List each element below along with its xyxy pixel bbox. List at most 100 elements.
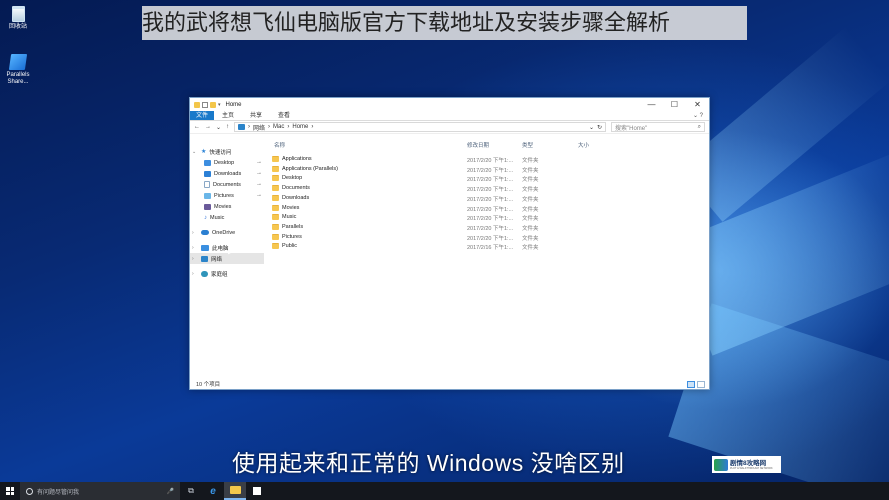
recent-locations-button[interactable]: ⌄ bbox=[216, 124, 221, 131]
chevron-right-icon[interactable]: › bbox=[192, 230, 198, 236]
folder-icon bbox=[272, 165, 279, 172]
folder-icon bbox=[272, 214, 279, 221]
file-date: 2017/2/20 下午1:... bbox=[467, 235, 514, 242]
file-name: Downloads bbox=[282, 194, 310, 201]
file-row[interactable]: Parallels 2017/2/20 下午1:... 文件夹 bbox=[264, 223, 709, 233]
maximize-button[interactable]: ☐ bbox=[663, 98, 686, 111]
navigation-pane: ⌄ ★ 快速访问 Desktop ⊸ Downloads ⊸ Documents… bbox=[190, 135, 264, 379]
site-watermark: 剧情8攻略网 PLOT & WALKTHROUGH NETWORK bbox=[712, 456, 781, 473]
desktop-icon-parallels-share[interactable]: Parallels Share... bbox=[0, 54, 36, 86]
item-count: 10 个项目 bbox=[196, 382, 221, 388]
details-view-icon[interactable] bbox=[687, 380, 695, 388]
file-name: Applications bbox=[282, 156, 312, 162]
microphone-icon[interactable]: 🎤 bbox=[167, 488, 174, 495]
properties-icon[interactable] bbox=[202, 101, 208, 108]
store-icon bbox=[253, 487, 261, 495]
pin-icon[interactable]: ⊸ bbox=[257, 182, 261, 188]
file-row[interactable]: Movies 2017/2/20 下午1:... 文件夹 bbox=[264, 204, 709, 214]
sidebar-item-label: Desktop bbox=[214, 159, 235, 166]
desktop-icon-recycle-bin[interactable]: 回收站 bbox=[0, 6, 36, 31]
sidebar-item-movies[interactable]: Movies bbox=[190, 201, 264, 212]
new-folder-icon[interactable] bbox=[210, 101, 216, 108]
search-icon: ⌕ bbox=[697, 123, 701, 130]
breadcrumb-mac[interactable]: Mac bbox=[273, 124, 284, 130]
column-header-name[interactable]: 名称 bbox=[274, 141, 285, 149]
parallels-share-icon bbox=[8, 54, 28, 70]
file-row[interactable]: Downloads 2017/2/20 下午1:... 文件夹 bbox=[264, 194, 709, 204]
column-header-type[interactable]: 类型 bbox=[522, 141, 533, 149]
breadcrumb-home[interactable]: Home bbox=[292, 124, 308, 130]
tab-view[interactable]: 查看 bbox=[270, 111, 298, 120]
file-date: 2017/2/20 下午1:... bbox=[467, 216, 514, 223]
breadcrumb-network[interactable]: 网络 bbox=[253, 123, 265, 132]
watermark-tagline: PLOT & WALKTHROUGH NETWORK bbox=[730, 466, 773, 470]
sidebar-item-desktop[interactable]: Desktop ⊸ bbox=[190, 157, 264, 168]
video-subtitle: 使用起来和正常的 Windows 没啥区别 bbox=[232, 450, 625, 476]
column-header-size[interactable]: 大小 bbox=[578, 141, 589, 149]
status-bar: 10 个项目 bbox=[190, 379, 709, 389]
file-row[interactable]: Desktop 2017/2/20 下午1:... 文件夹 bbox=[264, 174, 709, 184]
sidebar-item-documents[interactable]: Documents ⊸ bbox=[190, 179, 264, 190]
sidebar-item-downloads[interactable]: Downloads ⊸ bbox=[190, 168, 264, 179]
ribbon-expand-button[interactable]: ⌄ ? bbox=[693, 111, 709, 120]
address-separator: › bbox=[311, 124, 314, 130]
sidebar-item-network[interactable]: › 网络 bbox=[190, 253, 264, 264]
task-view-button[interactable]: ⧉ bbox=[180, 482, 202, 500]
chevron-right-icon[interactable]: › bbox=[192, 256, 198, 262]
file-type: 文件夹 bbox=[522, 167, 539, 174]
sidebar-item-homegroup[interactable]: › 家庭组 bbox=[190, 268, 264, 279]
file-row[interactable]: Applications 2017/2/20 下午1:... 文件夹 bbox=[264, 155, 709, 165]
network-icon bbox=[201, 255, 208, 262]
file-type: 文件夹 bbox=[522, 187, 539, 194]
sidebar-item-label: OneDrive bbox=[212, 229, 236, 236]
chevron-right-icon[interactable]: › bbox=[192, 271, 198, 277]
file-row[interactable]: Documents 2017/2/20 下午1:... 文件夹 bbox=[264, 184, 709, 194]
cortana-search-box[interactable]: 有问题尽管问我 🎤 bbox=[20, 482, 180, 500]
taskbar-edge-button[interactable]: e bbox=[202, 482, 224, 500]
column-header-date[interactable]: 修改日期 bbox=[467, 141, 489, 149]
folder-icon bbox=[272, 233, 279, 240]
downloads-icon bbox=[204, 170, 211, 177]
file-list: 名称 修改日期 类型 大小 Applications 2017/2/20 下午1:… bbox=[264, 135, 709, 379]
sidebar-item-onedrive[interactable]: › OneDrive bbox=[190, 227, 264, 238]
refresh-button[interactable]: ↻ bbox=[597, 124, 602, 131]
sidebar-item-label: 网络 bbox=[211, 256, 223, 263]
close-button[interactable]: ✕ bbox=[686, 98, 709, 111]
file-row[interactable]: Public 2017/2/16 下午1:... 文件夹 bbox=[264, 242, 709, 252]
start-button[interactable] bbox=[0, 482, 20, 500]
file-row[interactable]: Music 2017/2/20 下午1:... 文件夹 bbox=[264, 213, 709, 223]
taskbar-file-explorer-button[interactable] bbox=[224, 482, 246, 500]
pin-icon[interactable]: ⊸ bbox=[257, 160, 261, 166]
file-row[interactable]: Pictures 2017/2/20 下午1:... 文件夹 bbox=[264, 233, 709, 243]
minimize-button[interactable]: — bbox=[640, 98, 663, 111]
chevron-right-icon[interactable]: › bbox=[192, 245, 198, 251]
sidebar-item-music[interactable]: ♪ Music bbox=[190, 212, 264, 223]
file-date: 2017/2/20 下午1:... bbox=[467, 225, 514, 232]
address-dropdown-button[interactable]: ⌄ bbox=[589, 124, 594, 131]
file-row[interactable]: Applications (Parallels) 2017/2/20 下午1:..… bbox=[264, 165, 709, 175]
forward-button[interactable]: → bbox=[205, 124, 211, 130]
sidebar-item-quick-access[interactable]: ⌄ ★ 快速访问 bbox=[190, 146, 264, 157]
documents-icon bbox=[204, 181, 210, 188]
navigation-bar: ← → ⌄ ↑ › 网络 › Mac › Home › ⌄ ↻ 搜索"Home"… bbox=[190, 121, 709, 134]
back-button[interactable]: ← bbox=[194, 124, 200, 130]
search-input[interactable]: 搜索"Home" ⌕ bbox=[611, 122, 705, 132]
address-bar[interactable]: › 网络 › Mac › Home › ⌄ ↻ bbox=[234, 122, 606, 132]
taskbar-store-button[interactable] bbox=[246, 482, 268, 500]
sidebar-item-pictures[interactable]: Pictures ⊸ bbox=[190, 190, 264, 201]
file-type: 文件夹 bbox=[522, 216, 539, 223]
folder-icon bbox=[272, 156, 279, 162]
window-titlebar[interactable]: ▾ Home — ☐ ✕ bbox=[190, 98, 709, 111]
tab-home[interactable]: 主页 bbox=[214, 111, 242, 120]
tab-share[interactable]: 共享 bbox=[242, 111, 270, 120]
chevron-down-icon[interactable]: ⌄ bbox=[192, 149, 198, 155]
file-type: 文件夹 bbox=[522, 158, 539, 164]
pin-icon[interactable]: ⊸ bbox=[257, 171, 261, 177]
large-icons-view-icon[interactable] bbox=[697, 380, 705, 388]
taskbar: 有问题尽管问我 🎤 ⧉ e bbox=[0, 482, 889, 500]
file-type: 文件夹 bbox=[522, 225, 539, 232]
tab-file[interactable]: 文件 bbox=[190, 111, 215, 120]
pin-icon[interactable]: ⊸ bbox=[257, 193, 261, 199]
customize-quick-access-icon[interactable]: ▾ bbox=[218, 102, 221, 108]
up-button[interactable]: ↑ bbox=[226, 124, 229, 130]
